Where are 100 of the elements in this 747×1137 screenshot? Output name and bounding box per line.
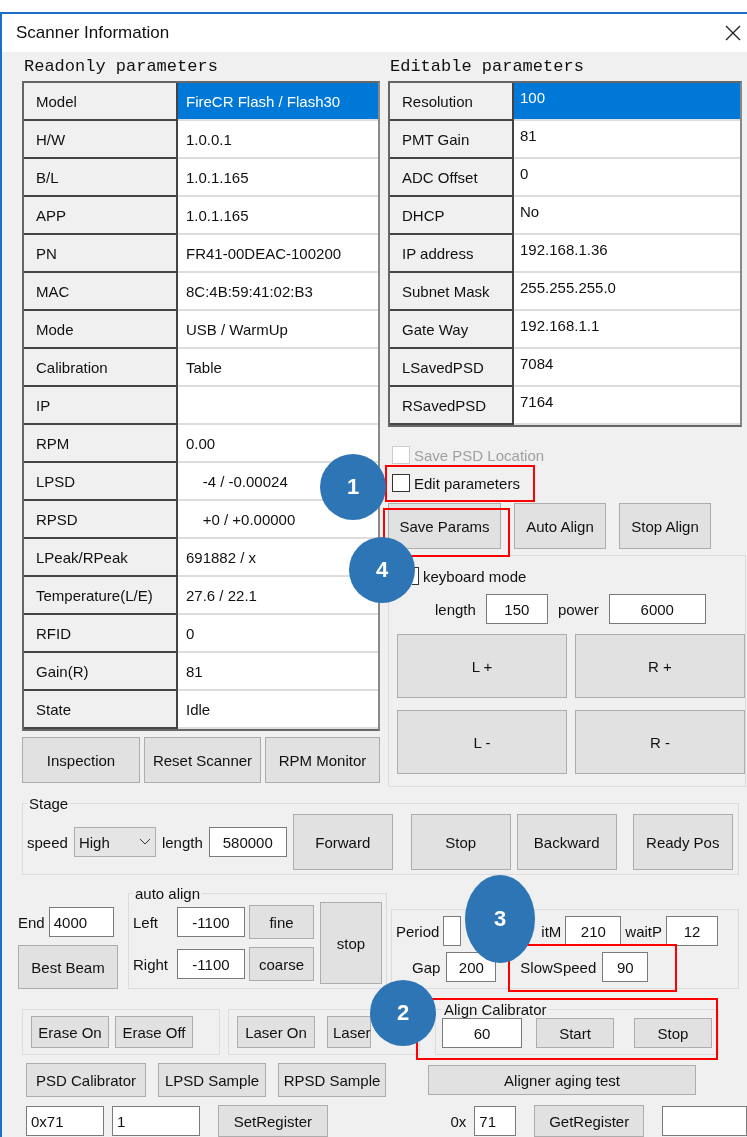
button[interactable]: R + [575,634,745,698]
cell-value[interactable]: 0.00 [186,434,216,452]
cell-value[interactable]: 0 [186,624,195,642]
button[interactable]: LPSD Sample [158,1063,266,1097]
checkbox[interactable]: Edit parameters [392,469,520,497]
input-field[interactable]: 12 [666,916,719,946]
cell-value[interactable]: +0 / +0.00000 [186,510,296,528]
row-label: RPM [24,425,178,463]
button[interactable]: Reset Scanner [144,737,261,783]
button[interactable]: Laser [327,1016,371,1048]
button[interactable]: Laser On [237,1016,315,1048]
button[interactable]: Ready Pos [632,814,733,870]
row-label: Calibration [24,349,178,387]
cell-value[interactable]: FR41-00DEAC-100200 [186,244,342,262]
cell-value[interactable]: Idle [186,700,211,718]
button[interactable]: Stop [634,1018,712,1048]
button[interactable]: Auto Align [514,503,606,549]
field-label: Right [133,955,169,973]
cell-value[interactable]: No [520,203,540,220]
row-label: PN [24,235,178,273]
row-label: LPSD [24,463,178,501]
input-field[interactable] [443,916,462,946]
input-field[interactable]: 60 [442,1018,522,1048]
row-label: Mode [24,311,178,349]
speed-dropdown[interactable]: High [73,827,156,857]
button[interactable]: SetRegister [217,1105,328,1137]
group-title: Align Calibrator [443,1001,548,1018]
row-label: MAC [24,273,178,311]
input-field[interactable]: 0x71 [26,1106,104,1136]
button[interactable]: PSD Calibrator [26,1063,146,1097]
input-field[interactable]: 71 [474,1106,517,1136]
button[interactable]: Erase Off [115,1016,193,1048]
cell-value[interactable]: 1.0.0.1 [186,130,232,148]
cell-value[interactable]: 8C:4B:59:41:02:B3 [186,282,313,300]
button[interactable]: coarse [249,947,314,981]
row-label: Resolution [390,83,514,121]
section-heading: Readonly parameters [23,56,218,78]
button[interactable]: R - [575,710,745,774]
cell-value[interactable]: 81 [186,662,203,680]
input-field[interactable]: 90 [602,952,649,982]
button[interactable]: Aligner aging test [428,1065,696,1095]
cell-value[interactable]: 1.0.1.165 [186,168,249,186]
row-label: Gate Way [390,311,514,349]
input-field[interactable]: 1 [112,1106,200,1136]
row-label: LSavedPSD [390,349,514,387]
group-title: Stage [28,795,70,812]
input-field[interactable]: -1100 [177,949,245,979]
field-label: End [18,913,45,931]
row-label: LPeak/RPeak [24,539,178,577]
input-field[interactable]: 580000 [208,827,287,857]
cell-value[interactable]: 192.168.1.1 [520,317,600,334]
cell-value[interactable]: 255.255.255.0 [520,279,616,296]
section-heading: Editable parameters [389,56,584,78]
checkbox-label[interactable]: keyboard mode [423,567,527,585]
button[interactable]: Stop [410,814,511,870]
cell-value[interactable]: -4 / -0.00024 [186,472,288,490]
input-field[interactable]: 150 [485,594,548,624]
input-field[interactable]: 4000 [48,907,114,937]
input-field[interactable]: 6000 [608,594,706,624]
button[interactable]: RPM Monitor [265,737,380,783]
button[interactable]: Forward [292,814,393,870]
cell-value[interactable]: 691882 / x [186,548,257,566]
row-label: State [24,691,178,729]
window-title: Scanner Information [16,23,170,43]
input-field[interactable]: 210 [565,916,622,946]
button[interactable]: Best Beam [18,945,118,989]
input-field[interactable]: 200 [446,952,497,982]
row-label: PMT Gain [390,121,514,159]
button[interactable]: RPSD Sample [278,1063,386,1097]
cell-value[interactable]: 100 [520,89,546,106]
field-label: Period [396,922,440,940]
group-title: auto align [134,885,202,902]
button[interactable]: L + [397,634,567,698]
row-label: Gain(R) [24,653,178,691]
cell-value[interactable]: 7084 [520,355,554,372]
cell-value[interactable]: 81 [520,127,537,144]
button[interactable]: GetRegister [534,1105,645,1137]
close-icon[interactable] [725,25,741,41]
field-label: Left [133,913,159,931]
button[interactable]: Erase On [31,1016,109,1048]
button[interactable]: Stop Align [619,503,711,549]
cell-value[interactable]: 27.6 / 22.1 [186,586,257,604]
button[interactable]: stop [320,902,382,984]
button[interactable]: Save Params [388,503,501,549]
cell-value[interactable]: 192.168.1.36 [520,241,608,258]
field-label: 0x [450,1112,467,1130]
field-label: length [161,833,203,851]
cell-value[interactable]: USB / WarmUp [186,320,288,338]
button[interactable]: Inspection [22,737,140,783]
button[interactable]: Backward [516,814,617,870]
button[interactable]: L - [397,710,567,774]
field-label: itM [541,922,562,940]
input-field[interactable] [662,1106,747,1136]
cell-value[interactable]: 7164 [520,393,554,410]
cell-value[interactable]: 0 [520,165,529,182]
button[interactable]: fine [249,905,314,939]
cell-value[interactable]: 1.0.1.165 [186,206,249,224]
cell-value[interactable]: Table [186,358,222,376]
button[interactable]: Start [536,1018,614,1048]
input-field[interactable]: -1100 [177,907,245,937]
